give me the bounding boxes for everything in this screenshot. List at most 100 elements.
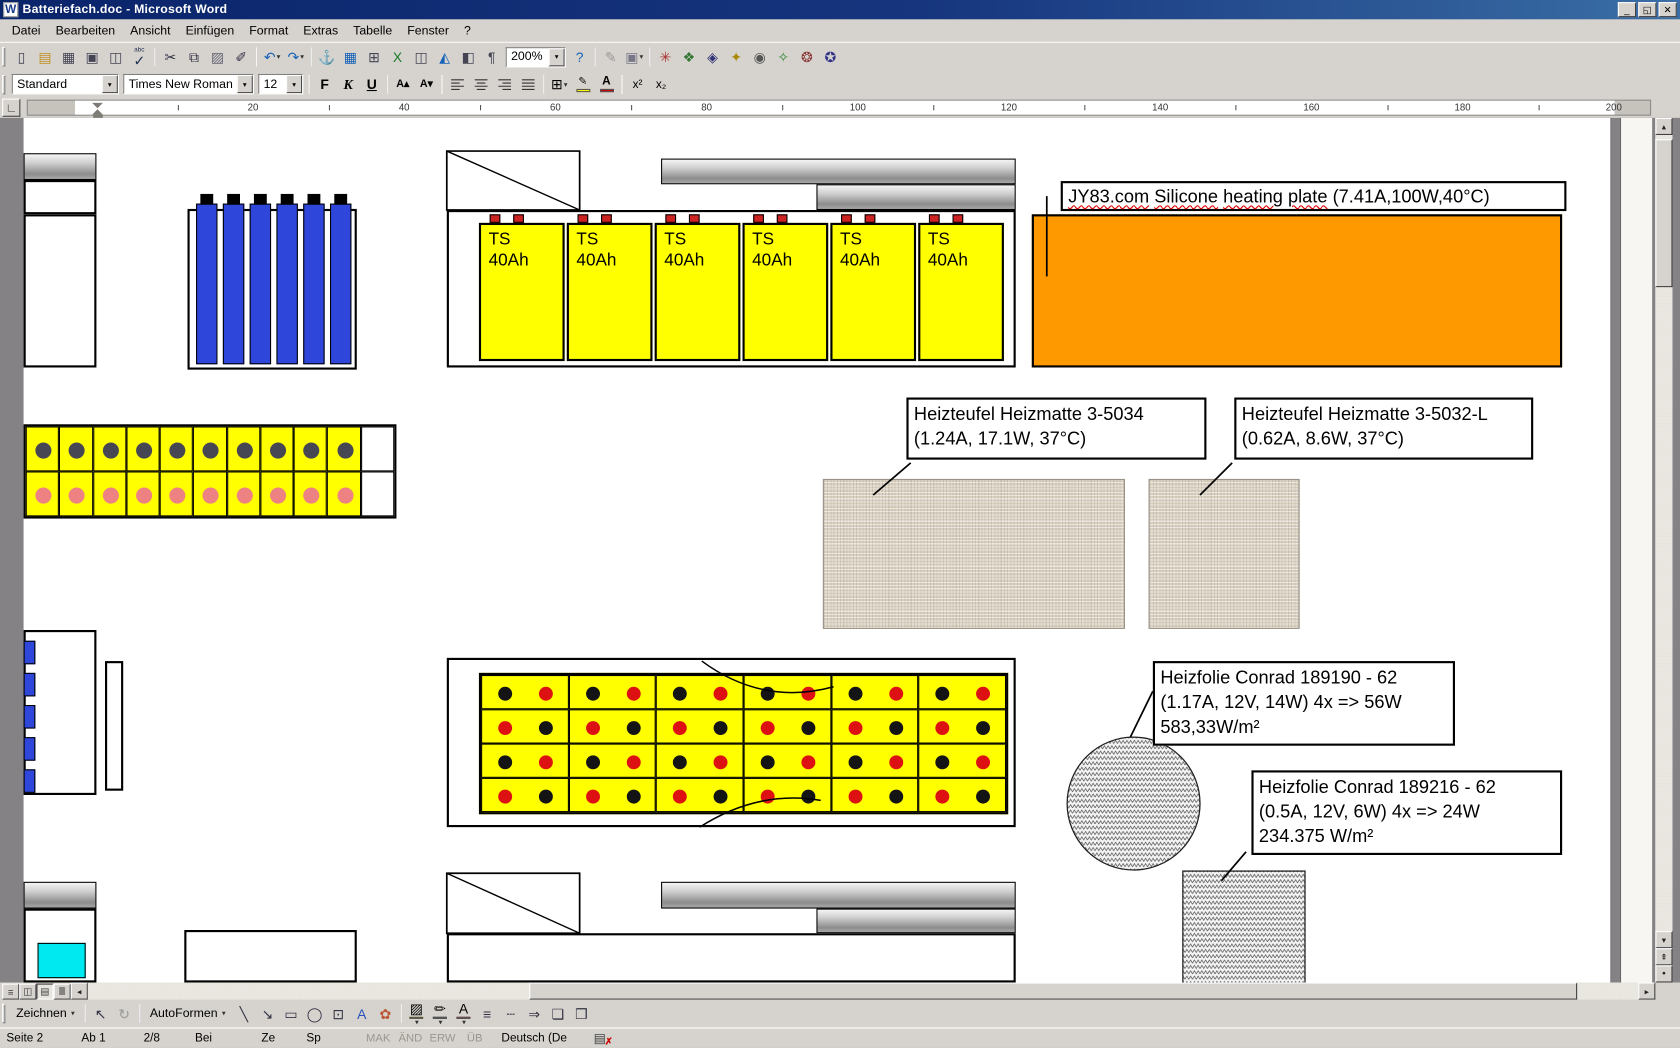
- menu-item-ansicht[interactable]: Ansicht: [123, 21, 178, 40]
- terminal-grid-cell[interactable]: [656, 709, 743, 743]
- font-size-combo[interactable]: 12 ▾: [258, 74, 303, 94]
- image-control-button[interactable]: ▣▾: [623, 46, 647, 67]
- shrink-font-button[interactable]: A▾: [415, 73, 439, 94]
- custom-button-1[interactable]: ✳: [654, 46, 678, 67]
- borders-button[interactable]: ⊞▾: [548, 73, 572, 94]
- tables-borders-button[interactable]: ▦: [339, 46, 363, 67]
- blue-battery-pack[interactable]: [188, 194, 357, 370]
- vertical-scroll-thumb[interactable]: [1655, 139, 1672, 287]
- redo-button[interactable]: ↷▾: [284, 46, 308, 67]
- enclosure-box[interactable]: [184, 930, 357, 982]
- terminal-grid-cell[interactable]: [569, 778, 656, 812]
- enclosure-box[interactable]: [24, 214, 97, 367]
- heating-foil-circle[interactable]: [1067, 737, 1200, 870]
- font-color-button[interactable]: A▾: [452, 1003, 476, 1024]
- chevron-down-icon[interactable]: ▾: [286, 75, 302, 93]
- print-preview-button[interactable]: ◫: [104, 46, 128, 67]
- narrow-panel[interactable]: [105, 661, 123, 791]
- save-button[interactable]: ▦: [57, 46, 81, 67]
- menu-item-tabelle[interactable]: Tabelle: [346, 21, 400, 40]
- cylinder-bar[interactable]: [816, 909, 1015, 934]
- font-color-button[interactable]: A: [595, 73, 619, 94]
- subscript-button[interactable]: x₂: [649, 73, 673, 94]
- status-mode-erw[interactable]: ERW: [426, 1032, 458, 1045]
- spelling-status-icon[interactable]: ▤ ✗: [594, 1031, 611, 1045]
- drawing-button[interactable]: ◭: [433, 46, 457, 67]
- terminal-grid-cell[interactable]: [569, 744, 656, 778]
- style-combo[interactable]: Standard ▾: [12, 74, 119, 94]
- heating-mat-1[interactable]: [823, 479, 1125, 629]
- enclosure-box[interactable]: [24, 909, 97, 983]
- undo-button[interactable]: ↶▾: [260, 46, 284, 67]
- line-button[interactable]: ╲: [232, 1003, 256, 1024]
- justify-button[interactable]: [516, 73, 540, 94]
- arrow-style-button[interactable]: ⇒: [522, 1003, 546, 1024]
- blue-battery-bar[interactable]: [276, 204, 297, 365]
- battery-assembly-box[interactable]: [447, 933, 1016, 982]
- terminal-grid-cell[interactable]: [744, 675, 831, 709]
- grow-font-button[interactable]: A▴: [391, 73, 415, 94]
- terminal-grid-cell[interactable]: [744, 744, 831, 778]
- autoshapes-menu-button[interactable]: AutoFormen▾: [143, 1003, 232, 1024]
- toolbar-drag-handle[interactable]: [2, 74, 5, 93]
- toolbar-drag-handle[interactable]: [2, 1004, 5, 1023]
- battery-cell[interactable]: TS40Ah: [830, 223, 916, 361]
- fill-color-button[interactable]: ▨▾: [405, 1003, 429, 1024]
- terminal-grid-cell[interactable]: [481, 744, 568, 778]
- line-style-button[interactable]: ≡: [475, 1003, 499, 1024]
- heating-mat-2[interactable]: [1149, 479, 1300, 629]
- heizmatte1-callout[interactable]: Heizteufel Heizmatte 3-5034(1.24A, 17.1W…: [906, 398, 1206, 460]
- scroll-up-button[interactable]: ▴: [1655, 118, 1672, 135]
- menu-item--[interactable]: ?: [457, 21, 479, 40]
- silicone-heating-plate[interactable]: [1032, 214, 1562, 367]
- underline-button[interactable]: U: [360, 73, 384, 94]
- terminal-grid-cell[interactable]: [569, 675, 656, 709]
- terminal-strip-cell[interactable]: [260, 426, 293, 471]
- chevron-down-icon[interactable]: ▾: [237, 75, 253, 93]
- 3d-button[interactable]: ❒: [570, 1003, 594, 1024]
- custom-button-8[interactable]: ✪: [819, 46, 843, 67]
- blue-battery-bar[interactable]: [223, 204, 244, 365]
- heizfolie1-callout[interactable]: Heizfolie Conrad 189190 - 62(1.17A, 12V,…: [1153, 661, 1455, 746]
- vertical-scroll-track[interactable]: [1655, 135, 1672, 931]
- terminal-grid-cell[interactable]: [656, 778, 743, 812]
- open-button[interactable]: ▤: [33, 46, 57, 67]
- align-center-button[interactable]: [469, 73, 493, 94]
- blue-battery-bar[interactable]: [330, 204, 351, 365]
- custom-button-6[interactable]: ✧: [771, 46, 795, 67]
- line-color-button[interactable]: ✏▾: [428, 1003, 452, 1024]
- terminal-grid-cell[interactable]: [919, 744, 1006, 778]
- terminal-strip-cell[interactable]: [126, 471, 159, 516]
- menu-item-extras[interactable]: Extras: [296, 21, 346, 40]
- battery-terminal-grid[interactable]: [479, 673, 1008, 814]
- terminal-strip-cell[interactable]: [160, 471, 193, 516]
- cut-button[interactable]: ✂: [159, 46, 183, 67]
- silicone-plate-callout[interactable]: JY83.com Silicone heating plate (7.41A,1…: [1061, 181, 1567, 211]
- terminal-strip-cell[interactable]: [126, 426, 159, 471]
- horizontal-ruler[interactable]: 20406080100120140160180200: [27, 100, 1651, 116]
- terminal-grid-cell[interactable]: [831, 675, 918, 709]
- terminal-strip-cell[interactable]: [227, 426, 260, 471]
- terminal-strip-cell[interactable]: [26, 471, 59, 516]
- horizontal-scroll-thumb[interactable]: [529, 983, 1577, 1000]
- terminal-grid-cell[interactable]: [831, 744, 918, 778]
- menu-item-bearbeiten[interactable]: Bearbeiten: [48, 21, 123, 40]
- web-layout-view-button[interactable]: ◫: [19, 984, 36, 1000]
- custom-button-5[interactable]: ◉: [748, 46, 772, 67]
- terminal-strip-cell[interactable]: [361, 426, 394, 471]
- terminal-grid-cell[interactable]: [919, 709, 1006, 743]
- font-combo[interactable]: Times New Roman ▾: [123, 74, 254, 94]
- battery-cell[interactable]: TS40Ah: [655, 223, 741, 361]
- terminal-grid-cell[interactable]: [919, 675, 1006, 709]
- status-mode-b[interactable]: ÜB: [459, 1032, 491, 1045]
- free-rotate-button[interactable]: ↻: [112, 1003, 136, 1024]
- toolbar-drag-handle[interactable]: [2, 47, 5, 66]
- terminal-grid-cell[interactable]: [919, 778, 1006, 812]
- paste-button[interactable]: ▨: [206, 46, 230, 67]
- select-objects-button[interactable]: ↖: [89, 1003, 113, 1024]
- terminal-grid-cell[interactable]: [831, 778, 918, 812]
- vertical-scrollbar[interactable]: ▴ ▾ ⇞ ● ⇟: [1655, 118, 1672, 983]
- dash-style-button[interactable]: ┄: [499, 1003, 523, 1024]
- terminal-grid-cell[interactable]: [481, 709, 568, 743]
- new-document-button[interactable]: ▯: [10, 46, 34, 67]
